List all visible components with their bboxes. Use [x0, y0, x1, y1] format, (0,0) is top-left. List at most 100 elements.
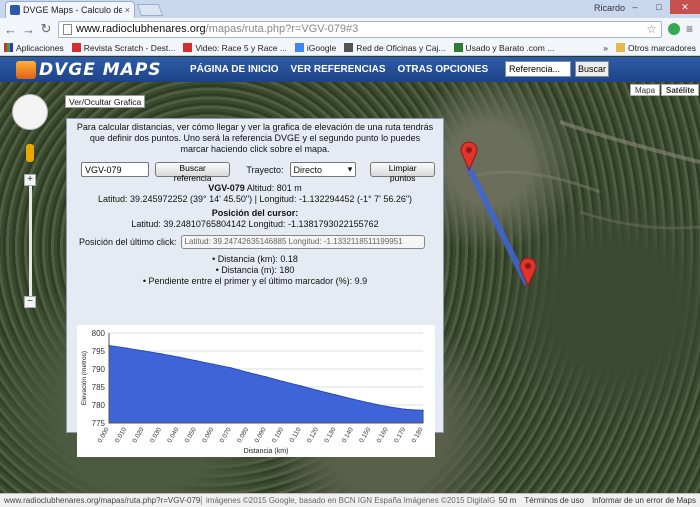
- x-tick-label: 0.180: [411, 426, 425, 444]
- map-type-map[interactable]: Mapa: [630, 84, 661, 96]
- y-axis-label: Elevación (metros): [81, 351, 88, 405]
- bookmark-favicon-icon: [453, 43, 463, 52]
- elevation-point: [125, 347, 128, 349]
- search-reference-button[interactable]: Buscar referencia: [155, 162, 231, 183]
- street-view-pegman-icon[interactable]: [26, 144, 34, 162]
- bookmark-star-icon[interactable]: ☆: [646, 22, 657, 36]
- clear-points-button[interactable]: Limpiar puntos: [370, 162, 435, 183]
- y-tick-label: 785: [92, 383, 106, 392]
- trayecto-label: Trayecto:: [246, 164, 284, 175]
- y-tick-label: 800: [92, 329, 106, 338]
- x-tick-label: 0.040: [166, 426, 180, 444]
- x-tick-label: 0.150: [358, 426, 372, 444]
- elevation-point: [369, 402, 372, 404]
- elevation-point: [230, 367, 232, 369]
- bookmark-favicon-icon: [294, 43, 304, 52]
- reload-icon[interactable]: ↻: [40, 21, 52, 37]
- reference-altitude: Altitud: 801 m: [246, 183, 302, 193]
- intro-text: Para calcular distancias, ver cómo llega…: [76, 122, 434, 154]
- site-logo[interactable]: DVGE MAPS: [0, 60, 190, 80]
- elevation-point: [160, 353, 163, 355]
- elevation-point: [282, 380, 285, 383]
- extension-icon[interactable]: [668, 23, 680, 35]
- route-line: [465, 164, 530, 286]
- satellite-map[interactable]: Mapa Satélite + − Ver/Ocultar Grafica Pa…: [0, 82, 700, 493]
- y-tick-label: 795: [92, 347, 106, 356]
- elevation-point: [352, 398, 355, 401]
- zoom-in-button[interactable]: +: [24, 174, 36, 186]
- x-tick-label: 0.170: [393, 426, 407, 444]
- apps-icon: [4, 43, 13, 52]
- pan-control-icon[interactable]: [12, 94, 48, 130]
- route-controls: Buscar referencia Trayecto: Directo ▾ Li…: [75, 162, 435, 183]
- maximize-button[interactable]: □: [648, 0, 670, 14]
- bookmark-item[interactable]: Revista Scratch - Dest...: [71, 43, 175, 53]
- tab-close-icon[interactable]: ×: [125, 5, 130, 15]
- minimize-button[interactable]: –: [624, 0, 646, 14]
- chevron-down-icon: ▾: [347, 164, 353, 174]
- logo-mark-icon: [16, 60, 36, 79]
- y-tick-label: 790: [92, 365, 106, 374]
- address-bar[interactable]: www.radioclubhenares.org/mapas/ruta.php?…: [58, 20, 662, 38]
- window-close-button[interactable]: ✕: [670, 0, 700, 14]
- menu-icon[interactable]: ≡: [686, 22, 696, 36]
- browser-toolbar: ← → ↻ www.radioclubhenares.org/mapas/rut…: [0, 18, 700, 40]
- nav-other-options[interactable]: OTRAS OPCIONES: [398, 64, 489, 75]
- bookmark-item[interactable]: Video: Race 5 y Race ...: [183, 43, 287, 53]
- back-icon[interactable]: ←: [4, 22, 17, 37]
- url-text[interactable]: www.radioclubhenares.org/mapas/ruta.php?…: [76, 23, 642, 35]
- browser-tab[interactable]: DVGE Maps - Calculo de ruta ×: [5, 1, 135, 18]
- search-button[interactable]: Buscar: [575, 61, 609, 77]
- zoom-slider[interactable]: [29, 176, 32, 300]
- reference-coords: Latitud: 39.245972252 (39° 14' 45.50") |…: [97, 194, 413, 204]
- route-panel: Para calcular distancias, ver cómo llega…: [66, 118, 444, 457]
- reference-input[interactable]: [81, 162, 149, 177]
- nav-references[interactable]: VER REFERENCIAS: [291, 64, 386, 75]
- terms-link[interactable]: Términos de uso: [520, 496, 588, 505]
- bookmark-other-folder[interactable]: Otros marcadores: [615, 43, 696, 53]
- elevation-point: [265, 376, 267, 378]
- map-type-satellite[interactable]: Satélite: [661, 84, 700, 96]
- distance-m: • Distancia (m): 180: [215, 265, 295, 275]
- profile-name[interactable]: Ricardo: [594, 3, 625, 13]
- forward-icon[interactable]: →: [22, 22, 35, 37]
- x-tick-label: 0.080: [236, 426, 250, 444]
- tab-title: DVGE Maps - Calculo de ruta: [23, 5, 122, 15]
- end-marker-icon[interactable]: [519, 257, 537, 288]
- route-stats: • Distancia (km): 0.18 • Distancia (m): …: [75, 254, 435, 287]
- elevation-point: [387, 406, 389, 408]
- cursor-coords: Latitud: 39.24810765804142 Longitud: -1.…: [131, 219, 379, 229]
- x-tick-label: 0.120: [306, 426, 320, 444]
- elevation-chart: 775 780 785 790 795 800 0.000 0.010 0.020 0.030 0.…: [77, 325, 435, 457]
- folder-icon: [615, 43, 625, 52]
- x-tick-label: 0.010: [114, 426, 128, 444]
- bookmark-apps[interactable]: Aplicaciones: [4, 43, 64, 53]
- elevation-point: [300, 385, 302, 387]
- distance-km: • Distancia (km): 0.18: [212, 254, 298, 264]
- elevation-area: [108, 345, 424, 424]
- browser-titlebar: DVGE Maps - Calculo de ruta × Ricardo – …: [0, 0, 700, 18]
- zoom-out-button[interactable]: −: [24, 296, 36, 308]
- report-error-link[interactable]: Informar de un error de Maps: [588, 496, 700, 505]
- reference-name: VGV-079: [208, 183, 245, 193]
- bookmark-item[interactable]: iGoogle: [294, 43, 336, 53]
- elevation-point: [143, 350, 145, 352]
- status-url: www.radioclubhenares.org/mapas/ruta.php?…: [0, 496, 202, 505]
- bookmarks-more[interactable]: »: [603, 43, 608, 53]
- trayecto-select[interactable]: Directo ▾: [289, 162, 357, 177]
- reference-search-input[interactable]: [505, 61, 571, 77]
- bookmark-favicon-icon: [344, 43, 354, 52]
- last-click-field[interactable]: Latitud: 39.24742635146885 Longitud: -1.…: [180, 235, 425, 249]
- x-tick-label: 0.070: [219, 426, 233, 444]
- x-tick-label: 0.100: [271, 426, 285, 444]
- start-marker-icon[interactable]: [460, 141, 478, 172]
- nav-home[interactable]: PÁGINA DE INICIO: [190, 64, 279, 75]
- bookmark-item[interactable]: Usado y Barato .com ...: [453, 43, 554, 53]
- last-click-row: Posición del último click: Latitud: 39.2…: [75, 235, 435, 249]
- toggle-graph-button[interactable]: Ver/Ocultar Grafica: [65, 95, 146, 108]
- page-icon: [63, 23, 72, 35]
- x-tick-label: 0.160: [376, 426, 390, 444]
- x-tick-label: 0.140: [341, 426, 355, 444]
- new-tab-button[interactable]: [136, 4, 164, 16]
- bookmark-item[interactable]: Red de Oficinas y Caj...: [344, 43, 446, 53]
